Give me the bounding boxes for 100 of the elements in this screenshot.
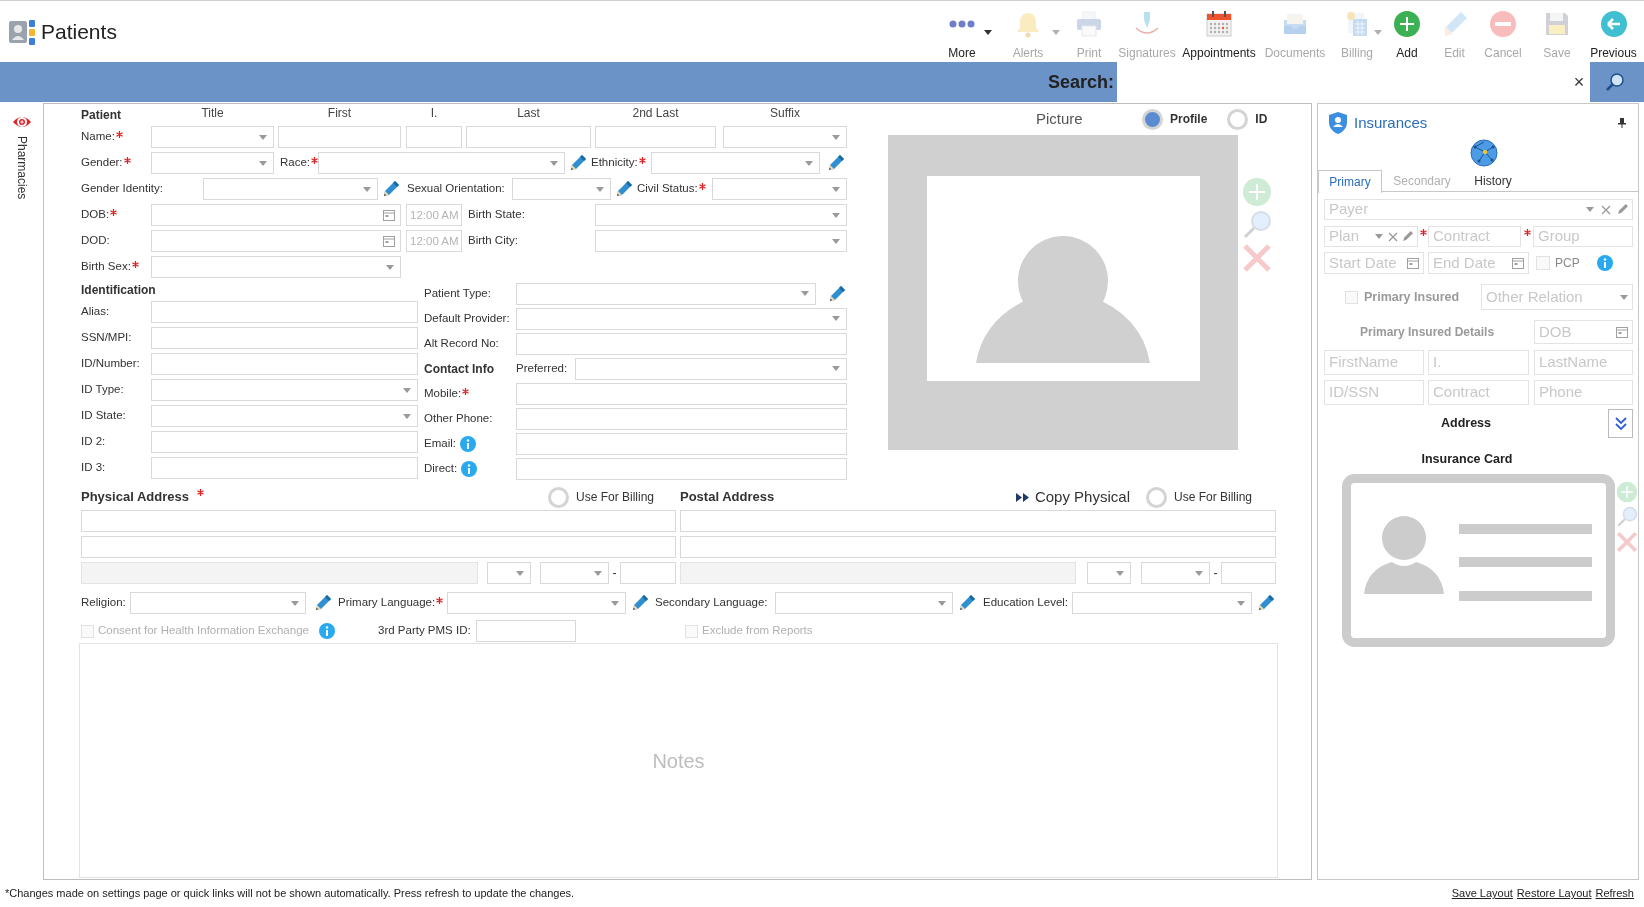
toolbar-button[interactable]: More: [930, 1, 994, 62]
side-tab[interactable]: Pharmacies: [11, 112, 32, 200]
plus-icon: [1393, 10, 1421, 38]
pencil-icon[interactable]: [1617, 204, 1628, 215]
pencil-icon[interactable]: [630, 593, 650, 613]
text-field[interactable]: [516, 332, 847, 355]
pencil-icon[interactable]: [313, 593, 333, 613]
time-field[interactable]: 12:00 AM: [406, 230, 462, 252]
dropdown[interactable]: [723, 126, 847, 148]
plus-circle-icon[interactable]: [1616, 481, 1638, 503]
pin-icon[interactable]: [1618, 118, 1626, 128]
pencil-icon[interactable]: [826, 153, 846, 173]
clear-icon[interactable]: [1388, 231, 1398, 242]
text-field[interactable]: [680, 510, 1276, 532]
text-field[interactable]: [81, 536, 676, 558]
expand-button[interactable]: [1608, 409, 1633, 438]
radio-button[interactable]: [1227, 108, 1249, 130]
dropdown[interactable]: [130, 592, 306, 614]
pencil-icon[interactable]: [827, 283, 847, 304]
toolbar-button[interactable]: Appointments: [1178, 1, 1260, 62]
pencil-icon[interactable]: [957, 593, 977, 613]
dropdown[interactable]: [151, 126, 274, 148]
text-field[interactable]: [476, 620, 576, 642]
text-field[interactable]: [595, 126, 716, 148]
dropdown[interactable]: [540, 562, 609, 584]
magnifier-icon[interactable]: [1242, 210, 1272, 240]
dropdown[interactable]: [1087, 562, 1131, 584]
text-field[interactable]: [151, 457, 418, 479]
text-field[interactable]: [151, 301, 418, 323]
pencil-icon[interactable]: [1256, 593, 1276, 613]
cross-icon[interactable]: [1616, 531, 1638, 553]
search-icon[interactable]: [1604, 71, 1626, 93]
text-field[interactable]: [406, 126, 462, 148]
radio-button[interactable]: [1145, 486, 1167, 508]
magnifier-icon[interactable]: [1616, 506, 1638, 528]
search-field[interactable]: ×: [1117, 62, 1590, 102]
dropdown[interactable]: [151, 379, 418, 401]
dropdown[interactable]: [712, 178, 847, 200]
text-field[interactable]: [516, 432, 847, 455]
required-icon: [110, 209, 118, 217]
dropdown[interactable]: [151, 405, 418, 427]
caret-icon: [832, 366, 840, 371]
panel-title: Insurances: [1354, 112, 1428, 133]
info-icon[interactable]: [1596, 255, 1613, 271]
clear-button[interactable]: ×: [1568, 68, 1590, 96]
dropdown[interactable]: [151, 152, 274, 174]
pencil-icon[interactable]: [614, 179, 634, 199]
clear-icon[interactable]: [1601, 204, 1611, 215]
footer-link[interactable]: Refresh: [1595, 885, 1634, 902]
calendar-icon[interactable]: [1512, 257, 1524, 269]
text-field[interactable]: [151, 431, 418, 453]
caret-icon: [550, 160, 558, 166]
date-field[interactable]: [151, 230, 401, 252]
calendar-icon[interactable]: [383, 209, 395, 221]
calendar-icon[interactable]: [1407, 257, 1419, 269]
copy-button[interactable]: Copy Physical: [1015, 485, 1130, 509]
text-field[interactable]: [516, 457, 847, 480]
pencil-icon[interactable]: [1402, 231, 1413, 242]
text-field[interactable]: [1221, 562, 1276, 584]
radio-button[interactable]: [1142, 108, 1163, 130]
text-field[interactable]: [466, 126, 591, 148]
text-field[interactable]: [151, 327, 418, 349]
text-field[interactable]: [151, 353, 418, 375]
info-icon[interactable]: [459, 435, 476, 452]
text-field[interactable]: [278, 126, 401, 148]
text-field[interactable]: [81, 510, 676, 532]
dropdown[interactable]: [151, 256, 401, 278]
dropdown[interactable]: [595, 230, 847, 252]
dropdown[interactable]: [651, 152, 820, 174]
pencil-icon[interactable]: [568, 153, 588, 173]
calendar-icon[interactable]: [383, 235, 395, 247]
dropdown[interactable]: [595, 204, 847, 226]
notes-field[interactable]: Notes: [79, 643, 1278, 878]
dropdown[interactable]: [575, 357, 847, 380]
globe-icon[interactable]: [1470, 139, 1498, 167]
time-field[interactable]: 12:00 AM: [406, 204, 462, 226]
info-icon[interactable]: [461, 460, 478, 477]
footer-link[interactable]: Save Layout: [1451, 885, 1513, 902]
pencil-icon[interactable]: [381, 179, 401, 199]
info-icon[interactable]: [319, 623, 335, 639]
plus-circle-icon[interactable]: [1242, 177, 1272, 207]
dropdown[interactable]: [487, 562, 531, 584]
text-field[interactable]: [516, 407, 847, 430]
footer-link[interactable]: Restore Layout: [1516, 885, 1592, 902]
column-header: Last: [516, 105, 541, 122]
field-label: ID Type:: [81, 382, 124, 398]
dropdown[interactable]: [516, 282, 816, 305]
toolbar-button[interactable]: Add: [1384, 1, 1430, 62]
toolbar-button[interactable]: Previous: [1587, 1, 1640, 62]
radio-button[interactable]: [547, 486, 569, 508]
text-field[interactable]: [516, 382, 847, 405]
date-field[interactable]: [151, 204, 401, 226]
tab[interactable]: Primary: [1318, 170, 1382, 193]
text-field[interactable]: [620, 562, 676, 584]
tab[interactable]: History: [1462, 170, 1524, 191]
search-label: Search:: [1047, 70, 1114, 94]
text-field[interactable]: [680, 536, 1276, 558]
cross-icon[interactable]: [1242, 243, 1272, 273]
dropdown[interactable]: [1141, 562, 1210, 584]
calendar-icon[interactable]: [1616, 326, 1628, 338]
